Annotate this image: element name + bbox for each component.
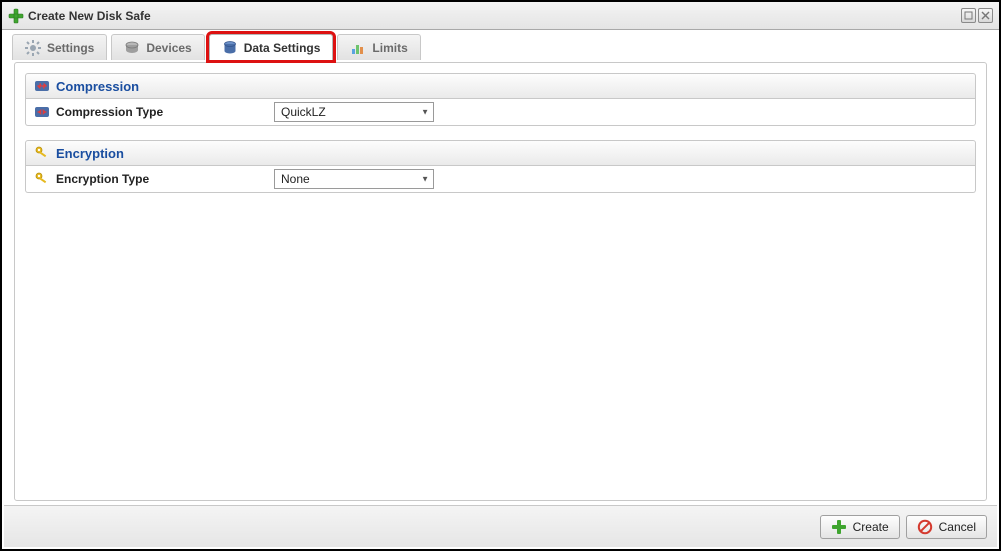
database-icon xyxy=(222,40,238,56)
tab-settings[interactable]: Settings xyxy=(12,34,107,60)
cancel-icon xyxy=(917,519,933,535)
dropdown-value: QuickLZ xyxy=(281,105,326,119)
tab-label: Limits xyxy=(372,41,407,55)
tab-content: Compression Compression Type QuickLZ ▼ xyxy=(14,62,987,501)
compression-type-dropdown[interactable]: QuickLZ ▼ xyxy=(274,102,434,122)
dialog-footer: Create Cancel xyxy=(4,505,997,547)
compress-icon xyxy=(34,78,50,94)
chart-icon xyxy=(350,40,366,56)
gear-icon xyxy=(25,40,41,56)
section-encryption: Encryption Encryption Type None ▼ xyxy=(25,140,976,193)
section-body-compression: Compression Type QuickLZ ▼ xyxy=(25,99,976,126)
create-button[interactable]: Create xyxy=(820,515,900,539)
button-label: Cancel xyxy=(939,520,976,534)
window-title: Create New Disk Safe xyxy=(28,9,151,23)
label-text: Compression Type xyxy=(56,105,163,119)
tab-strip: Settings Devices Data Settings Limits xyxy=(2,30,999,60)
plus-green-icon xyxy=(831,519,847,535)
label-text: Encryption Type xyxy=(56,172,149,186)
encryption-type-dropdown[interactable]: None ▼ xyxy=(274,169,434,189)
section-body-encryption: Encryption Type None ▼ xyxy=(25,166,976,193)
field-row-compression-type: Compression Type QuickLZ ▼ xyxy=(26,99,975,125)
tab-label: Settings xyxy=(47,41,94,55)
section-compression: Compression Compression Type QuickLZ ▼ xyxy=(25,73,976,126)
tab-data-settings[interactable]: Data Settings xyxy=(209,34,334,60)
section-header-encryption: Encryption xyxy=(25,140,976,166)
minimize-button[interactable] xyxy=(961,8,976,23)
plus-green-icon xyxy=(8,8,24,24)
tab-devices[interactable]: Devices xyxy=(111,34,204,60)
keys-icon xyxy=(34,145,50,161)
key-small-icon xyxy=(34,171,50,187)
window-controls xyxy=(961,8,993,23)
chevron-down-icon: ▼ xyxy=(421,175,429,184)
button-label: Create xyxy=(853,520,889,534)
titlebar: Create New Disk Safe xyxy=(2,2,999,30)
close-button[interactable] xyxy=(978,8,993,23)
field-label-encryption-type: Encryption Type xyxy=(34,171,274,187)
compress-small-icon xyxy=(34,104,50,120)
section-title: Compression xyxy=(56,79,139,94)
tab-label: Data Settings xyxy=(244,41,321,55)
tab-limits[interactable]: Limits xyxy=(337,34,420,60)
section-title: Encryption xyxy=(56,146,124,161)
cancel-button[interactable]: Cancel xyxy=(906,515,987,539)
chevron-down-icon: ▼ xyxy=(421,108,429,117)
field-row-encryption-type: Encryption Type None ▼ xyxy=(26,166,975,192)
tab-label: Devices xyxy=(146,41,191,55)
dialog-window: Create New Disk Safe Settings Devices xyxy=(0,0,1001,551)
section-header-compression: Compression xyxy=(25,73,976,99)
dropdown-value: None xyxy=(281,172,310,186)
disk-icon xyxy=(124,40,140,56)
field-label-compression-type: Compression Type xyxy=(34,104,274,120)
